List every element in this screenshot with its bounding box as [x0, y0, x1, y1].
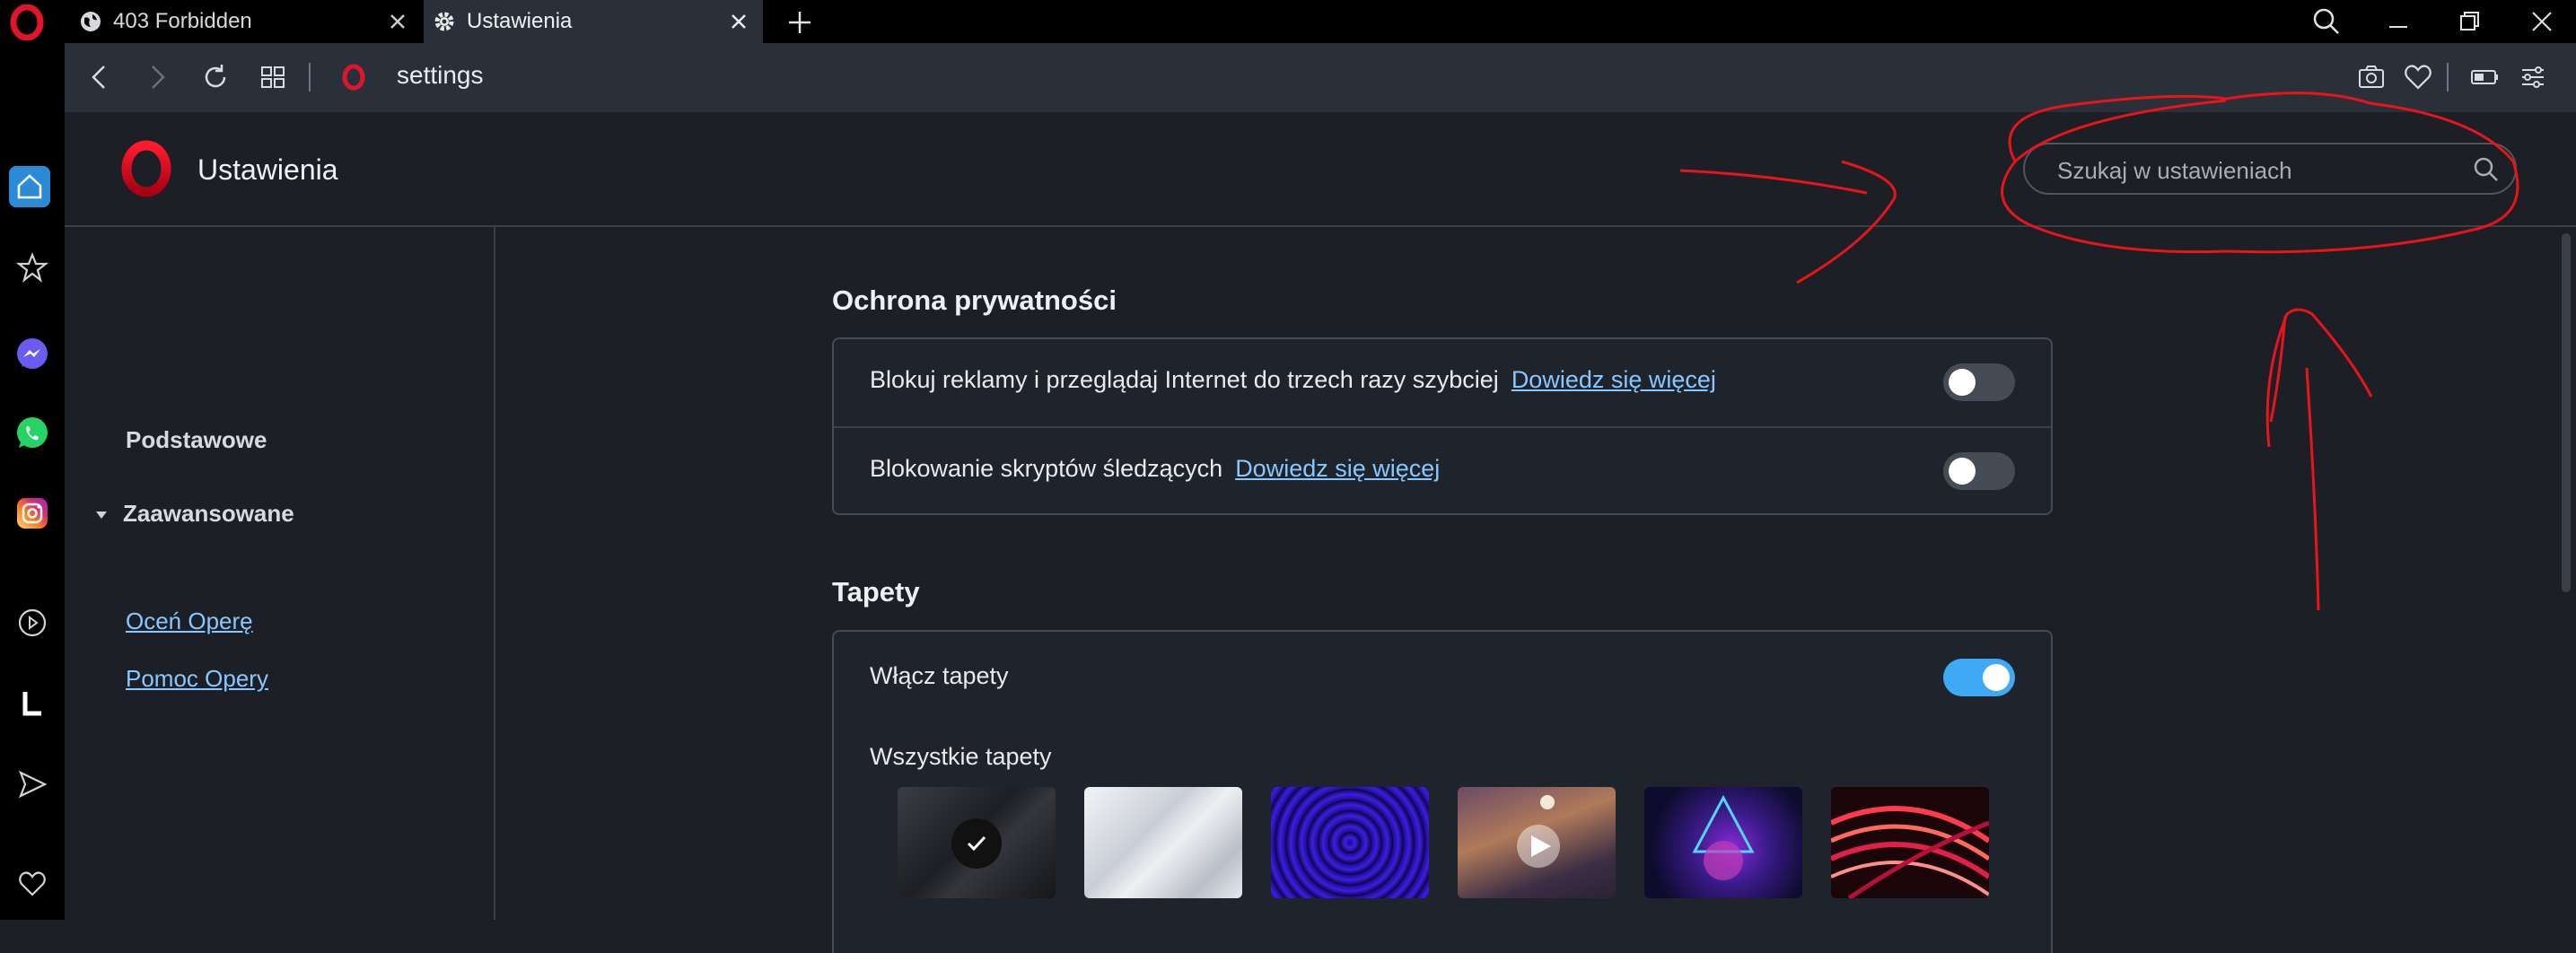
enable-wallpapers-toggle[interactable] [1943, 659, 2015, 696]
restore-icon[interactable] [2452, 4, 2488, 39]
wallpaper-thumb-red-swirls[interactable] [1831, 787, 1989, 898]
sidebar-messenger-button[interactable] [11, 333, 54, 376]
sidebar-whatsapp-button[interactable] [11, 412, 54, 455]
favorite-heart-icon[interactable] [2400, 59, 2436, 95]
sidebar-home-button[interactable] [9, 166, 50, 207]
nav-help-link[interactable]: Pomoc Opery [126, 665, 268, 693]
wallpaper-thumb-light-waves[interactable] [1084, 787, 1242, 898]
neon-triangle-icon [1692, 794, 1755, 880]
sidebar-history-button[interactable] [11, 682, 54, 725]
setting-label: Blokuj reklamy i przeglądaj Internet do … [870, 366, 1716, 394]
toggle-knob [1949, 458, 1976, 485]
toolbar-divider [309, 63, 311, 92]
tabs-grid-icon[interactable] [255, 59, 291, 95]
ad-block-label: Blokuj reklamy i przeglądaj Internet do … [870, 366, 1499, 393]
nav-basic[interactable]: Podstawowe [126, 426, 267, 454]
privacy-card: Blokuj reklamy i przeglądaj Internet do … [832, 337, 2053, 515]
enable-wallpapers-label: Włącz tapety [870, 662, 1009, 689]
page-title: Ustawienia [197, 153, 338, 186]
l-shape-icon [22, 692, 41, 716]
battery-saver-icon[interactable] [2466, 59, 2502, 95]
send-arrow-icon [18, 770, 48, 799]
close-tab-icon[interactable] [384, 8, 411, 35]
tracker-block-label: Blokowanie skryptów śledzących [870, 455, 1223, 482]
tab-ustawienia[interactable]: Ustawienia [424, 0, 763, 43]
tab-403-forbidden[interactable]: 403 Forbidden [70, 0, 422, 43]
back-icon[interactable] [83, 59, 118, 95]
wallpaper-thumb-purple-tunnel[interactable] [1271, 787, 1429, 898]
ad-block-toggle[interactable] [1943, 363, 2015, 401]
snapshot-camera-icon[interactable] [2353, 59, 2389, 95]
opera-site-icon [342, 64, 365, 91]
close-window-icon[interactable] [2524, 4, 2560, 39]
heart-icon [19, 871, 46, 896]
close-tab-icon[interactable] [725, 8, 752, 35]
url-text[interactable]: settings [397, 61, 484, 90]
gear-icon [434, 12, 454, 31]
settings-search-box[interactable] [2023, 143, 2517, 195]
nav-advanced[interactable]: Zaawansowane [123, 500, 294, 528]
sidebar-send-button[interactable] [11, 763, 54, 806]
play-circle-icon [18, 608, 47, 637]
star-icon [16, 252, 48, 283]
sidebar-bookmarks-button[interactable] [11, 246, 54, 289]
messenger-icon [17, 338, 48, 369]
reload-icon[interactable] [197, 59, 233, 95]
settings-header: Ustawienia [65, 112, 2576, 227]
toolbar-divider [2447, 63, 2449, 92]
tab-title: 403 Forbidden [113, 9, 252, 33]
settings-page: Ustawienia Podstawowe Zaawansowane Oceń … [65, 112, 2576, 953]
address-bar: settings [65, 43, 2576, 112]
page-scrollbar[interactable] [2562, 233, 2571, 592]
search-icon[interactable] [2472, 155, 2501, 184]
caret-down-icon[interactable] [94, 508, 109, 522]
tab-strip: 403 Forbidden Ustawienia [0, 0, 2576, 43]
tracker-block-toggle[interactable] [1943, 452, 2015, 490]
opera-sidebar [0, 43, 65, 920]
enable-wallpapers-row: Włącz tapety [834, 632, 2051, 718]
opera-logo [121, 140, 171, 197]
toggle-knob [1983, 664, 2010, 691]
wallpapers-section-title: Tapety [832, 576, 920, 608]
whatsapp-icon [17, 417, 48, 448]
easy-setup-icon[interactable] [2515, 59, 2551, 95]
play-video-icon [1517, 795, 1560, 868]
new-tab-icon[interactable] [784, 7, 815, 38]
learn-more-link[interactable]: Dowiedz się więcej [1235, 455, 1440, 482]
sidebar-player-button[interactable] [11, 601, 54, 644]
selected-check-icon [951, 818, 1002, 869]
learn-more-link[interactable]: Dowiedz się więcej [1511, 366, 1716, 393]
privacy-section-title: Ochrona prywatności [832, 284, 1117, 316]
ad-block-row: Blokuj reklamy i przeglądaj Internet do … [834, 339, 2051, 426]
minimize-icon[interactable] [2380, 4, 2416, 39]
nav-rate-opera-link[interactable]: Oceń Operę [126, 608, 253, 635]
globe-icon [81, 12, 101, 31]
home-icon [17, 174, 42, 199]
wallpaper-thumb-neon-triangle[interactable] [1644, 787, 1802, 898]
sidebar-instagram-button[interactable] [11, 492, 54, 535]
tab-title: Ustawienia [467, 9, 573, 33]
all-wallpapers-label: Wszystkie tapety [870, 743, 1052, 770]
settings-nav: Podstawowe Zaawansowane Oceń Operę Pomoc… [65, 227, 495, 920]
red-swirl-icon [1831, 806, 1989, 898]
search-tabs-icon[interactable] [2309, 4, 2344, 39]
wallpaper-thumb-dark-waves[interactable] [898, 787, 1056, 898]
setting-label: Blokowanie skryptów śledzących Dowiedz si… [870, 455, 1440, 483]
opera-menu-icon[interactable] [9, 4, 45, 40]
sidebar-favorites-button[interactable] [11, 861, 54, 905]
instagram-icon [17, 498, 48, 529]
tracker-block-row: Blokowanie skryptów śledzących Dowiedz si… [834, 428, 2051, 515]
settings-search-input[interactable] [2055, 153, 2454, 188]
forward-icon[interactable] [138, 59, 174, 95]
toggle-knob [1949, 369, 1976, 396]
wallpaper-thumb-illustrated-room[interactable] [1458, 787, 1616, 898]
